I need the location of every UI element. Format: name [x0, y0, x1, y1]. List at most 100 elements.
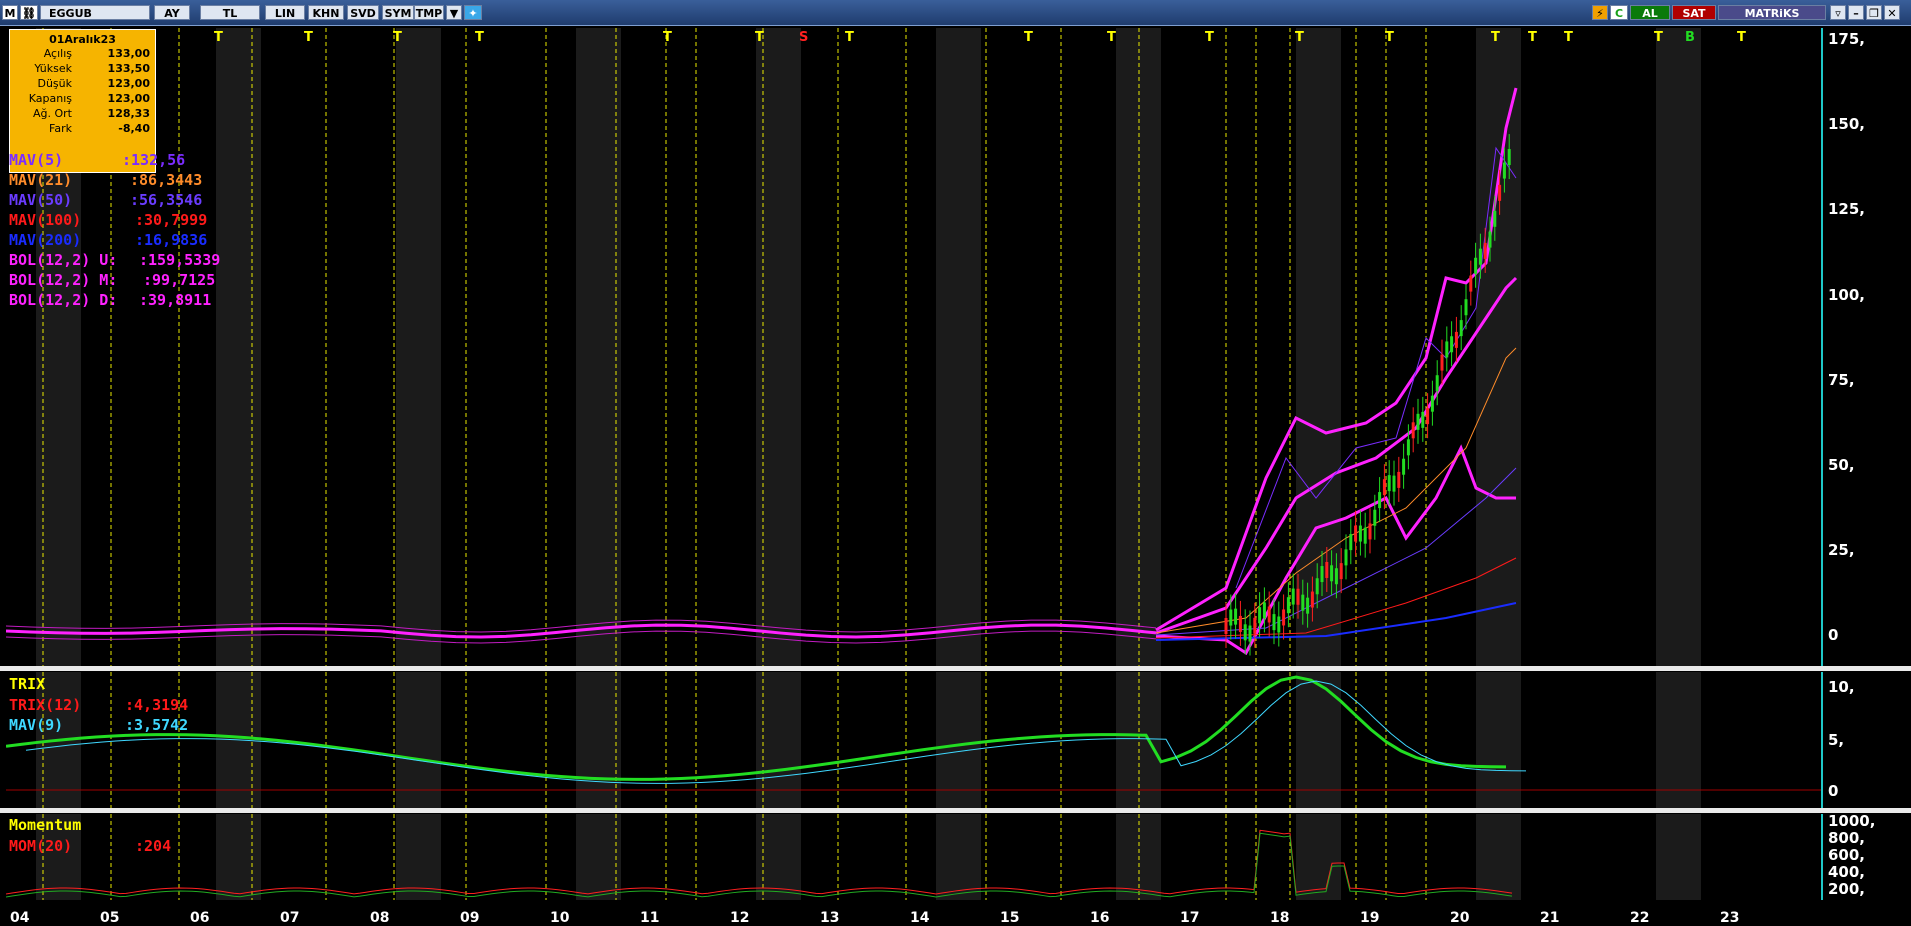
legend-value: :4,3194	[125, 696, 189, 714]
signal-marker: T	[1654, 30, 1663, 45]
candle-body	[1387, 475, 1391, 492]
close-icon[interactable]: ✕	[1884, 5, 1900, 20]
candle-body	[1454, 331, 1458, 348]
info-row: Fark -8,40	[10, 121, 155, 136]
legend-mav100: MAV(100):30,7999	[9, 211, 207, 229]
period-band	[1476, 28, 1521, 666]
bird-icon[interactable]: ✦	[464, 5, 482, 20]
pane-separator[interactable]	[0, 808, 1911, 813]
period-band	[396, 672, 441, 808]
legend-mav5: MAV(5) :132,56	[9, 151, 185, 169]
candle-body	[1378, 492, 1382, 509]
time-axis-label: 05	[100, 910, 120, 926]
period-band	[1296, 814, 1341, 900]
momentum-axis-label: 200,	[1828, 880, 1866, 898]
period-band	[1476, 672, 1521, 808]
candle-body	[1507, 149, 1511, 166]
candle-body	[1488, 231, 1492, 248]
price-axis-label: 100,	[1828, 286, 1866, 304]
legend-label: BOL(12,2) U:	[9, 251, 118, 269]
candle-body	[1502, 162, 1506, 179]
candle-body	[1464, 299, 1468, 316]
dropdown-icon[interactable]: ▼	[446, 5, 462, 20]
tmp-button[interactable]: TMP	[414, 5, 444, 20]
candle-body	[1373, 509, 1377, 526]
candle-body	[1310, 591, 1314, 608]
currency-button[interactable]: TL	[200, 5, 260, 20]
price-pane[interactable]	[6, 28, 1821, 666]
legend-label: MAV(5)	[9, 151, 64, 169]
signal-marker: T	[1385, 30, 1394, 45]
signal-marker: T	[755, 30, 764, 45]
time-axis-label: 22	[1630, 910, 1650, 926]
trix-pane[interactable]	[6, 672, 1821, 808]
momentum-pane[interactable]	[6, 814, 1821, 900]
candle-body	[1339, 563, 1343, 580]
signal-marker: T	[475, 30, 484, 45]
period-band	[1296, 672, 1341, 808]
candle-body	[1349, 534, 1353, 551]
legend-value: :39,8911	[139, 291, 212, 309]
pane-separator[interactable]	[0, 666, 1911, 671]
candle-body	[1334, 568, 1338, 585]
period-band	[936, 28, 981, 666]
signal-marker: T	[1491, 30, 1500, 45]
period-band	[1476, 814, 1521, 900]
link-icon[interactable]: ⛓	[20, 5, 38, 20]
signal-marker: T	[1024, 30, 1033, 45]
svd-button[interactable]: SVD	[347, 5, 379, 20]
legend-value: :132,56	[122, 151, 186, 169]
khn-button[interactable]: KHN	[308, 5, 344, 20]
restore-icon[interactable]: ❐	[1866, 5, 1882, 20]
menu-button[interactable]: M	[2, 5, 18, 20]
price-axis-label: 125,	[1828, 200, 1866, 218]
brand-label: MATRiKS	[1718, 5, 1826, 20]
info-value: -8,40	[118, 122, 150, 135]
candle-body	[1229, 609, 1233, 626]
price-chart	[6, 28, 1701, 666]
legend-label: BOL(12,2) M:	[9, 271, 118, 289]
candle-body	[1325, 561, 1329, 578]
signal-marker: T	[663, 30, 672, 45]
period-button[interactable]: AY	[154, 5, 190, 20]
info-value: 133,50	[107, 62, 150, 75]
period-band	[576, 814, 621, 900]
window-menu-icon[interactable]: ▿	[1830, 5, 1846, 20]
signal-marker: T	[214, 30, 223, 45]
time-axis-label: 16	[1090, 910, 1110, 926]
candle-body	[1483, 242, 1487, 259]
lightning-icon[interactable]: ⚡	[1592, 5, 1608, 20]
candle-body	[1224, 618, 1228, 634]
time-axis-label: 09	[460, 910, 480, 926]
time-axis-label: 06	[190, 910, 210, 926]
period-band	[576, 672, 621, 808]
candle-body	[1301, 594, 1305, 611]
refresh-icon[interactable]: C	[1610, 5, 1628, 20]
legend-bol-lower: BOL(12,2) D::39,8911	[9, 291, 211, 309]
trix-title: TRIX	[9, 675, 46, 693]
lin-button[interactable]: LIN	[265, 5, 305, 20]
buy-button[interactable]: AL	[1630, 5, 1670, 20]
symbol-field[interactable]: EGGUB	[40, 5, 150, 20]
legend-label: MAV(9)	[9, 716, 64, 734]
info-date: 01Aralık23	[49, 33, 116, 46]
candle-body	[1248, 625, 1252, 642]
price-axis-label: 150,	[1828, 115, 1866, 133]
candle-body	[1363, 527, 1367, 544]
trix-axis-label: 5,	[1828, 731, 1845, 749]
period-band	[1656, 672, 1701, 808]
time-axis-label: 15	[1000, 910, 1020, 926]
candle-body	[1469, 275, 1473, 292]
period-band	[936, 672, 981, 808]
time-axis-label: 08	[370, 910, 390, 926]
info-row: Açılış 133,00	[10, 46, 155, 61]
candle-body	[1397, 471, 1401, 488]
candle-body	[1330, 565, 1334, 582]
candle-body	[1291, 588, 1295, 605]
chart-toolbar: M ⛓ EGGUB AY TL LIN KHN SVD SYM TMP ▼ ✦ …	[0, 0, 1911, 26]
sym-button[interactable]: SYM	[382, 5, 414, 20]
sell-button[interactable]: SAT	[1672, 5, 1716, 20]
legend-value: :204	[135, 837, 172, 855]
legend-label: MAV(100)	[9, 211, 82, 229]
minimize-icon[interactable]: –	[1848, 5, 1864, 20]
